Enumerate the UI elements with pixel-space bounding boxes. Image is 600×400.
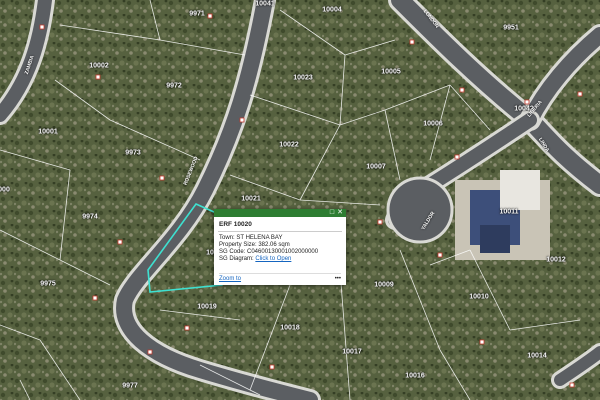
sg-diagram-link[interactable]: Click to Open [255,256,291,262]
maximize-icon[interactable]: □ [330,209,334,217]
property-size-field: Property Size: 382.06 sqm [219,242,290,248]
cul-de-sac [386,176,454,244]
erf-label: 10012 [546,256,566,264]
erf-label: 9971 [189,10,205,18]
sg-code-field: SG Code: C04600130001002000000 [219,249,319,255]
erf-label: 10005 [381,68,401,76]
erf-label: 10004 [322,6,342,14]
parcel-info-popup: □ ✕ ERF 10020 Town: ST HELENA BAY Proper… [214,209,346,285]
popup-header: □ ✕ [214,209,346,217]
map-view[interactable]: 9971 10041 10004 9951 10002 10023 10005 … [0,0,600,400]
erf-label: 10021 [241,195,261,203]
erf-label: 10002 [89,62,109,70]
erf-label: 10019 [197,303,217,311]
map-canvas [0,0,600,400]
erf-label: 9972 [166,82,182,90]
erf-label: 10014 [527,352,547,360]
sg-diagram-label: SG Diagram: [219,256,254,262]
erf-label: 10006 [423,120,443,128]
zoom-to-link[interactable]: Zoom to [219,276,241,282]
popup-title: ERF 10020 [218,217,342,232]
erf-label: 9975 [40,280,56,288]
erf-label: 9977 [122,382,138,390]
erf-label: 10001 [38,128,58,136]
erf-label: 9973 [125,149,141,157]
erf-label: 10010 [469,293,489,301]
erf-label: 10023 [293,74,313,82]
erf-label: 10007 [366,163,386,171]
erf-label: 000 [0,186,10,194]
more-actions-icon[interactable]: ••• [335,276,341,282]
erf-label: 10016 [405,372,425,380]
erf-label: 10011 [499,208,519,216]
erf-label: 9974 [82,213,98,221]
popup-body: Town: ST HELENA BAY Property Size: 382.0… [214,232,346,266]
erf-label: 9951 [503,24,519,32]
popup-footer: Zoom to ••• [219,273,341,282]
erf-label: 10041 [255,0,275,8]
sg-diagram-field: SG Diagram: Click to Open [219,256,341,263]
erf-label: 10022 [279,141,299,149]
erf-label: 10 [206,249,214,257]
erf-label: 10017 [342,348,362,356]
erf-label: 10009 [374,281,394,289]
close-icon[interactable]: ✕ [337,209,343,217]
erf-label: 10018 [280,324,300,332]
town-field: Town: ST HELENA BAY [219,235,283,241]
